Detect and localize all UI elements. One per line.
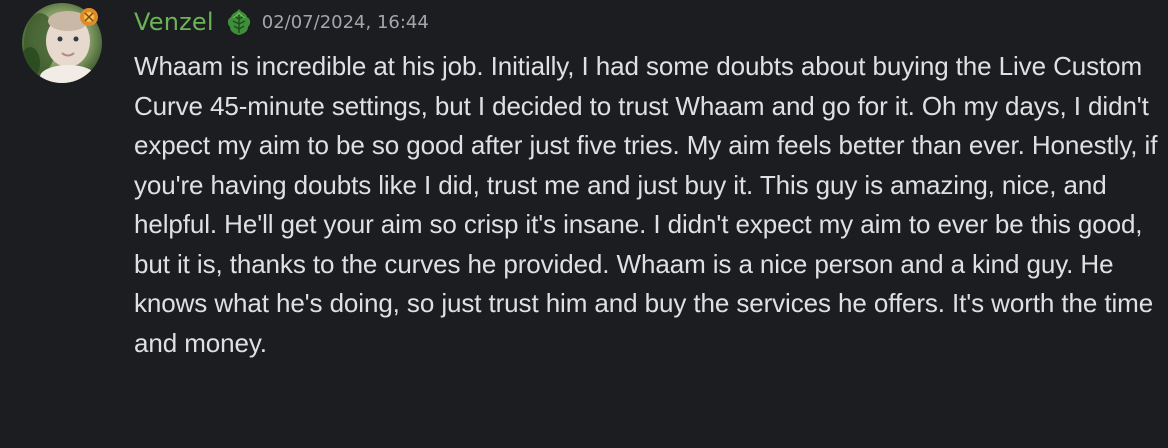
message-content: Whaam is incredible at his job. Initiall… bbox=[134, 51, 1158, 358]
avatar-decoration-icon bbox=[79, 7, 99, 27]
message-header: Venzel 02/07/2024, 16:44 bbox=[134, 2, 429, 42]
green-leaf-role-icon[interactable] bbox=[224, 7, 254, 37]
username[interactable]: Venzel bbox=[134, 8, 214, 36]
timestamp: 02/07/2024, 16:44 bbox=[261, 11, 429, 33]
chat-message: Venzel 02/07/2024, 16:44 Whaam is incred… bbox=[0, 0, 1168, 448]
